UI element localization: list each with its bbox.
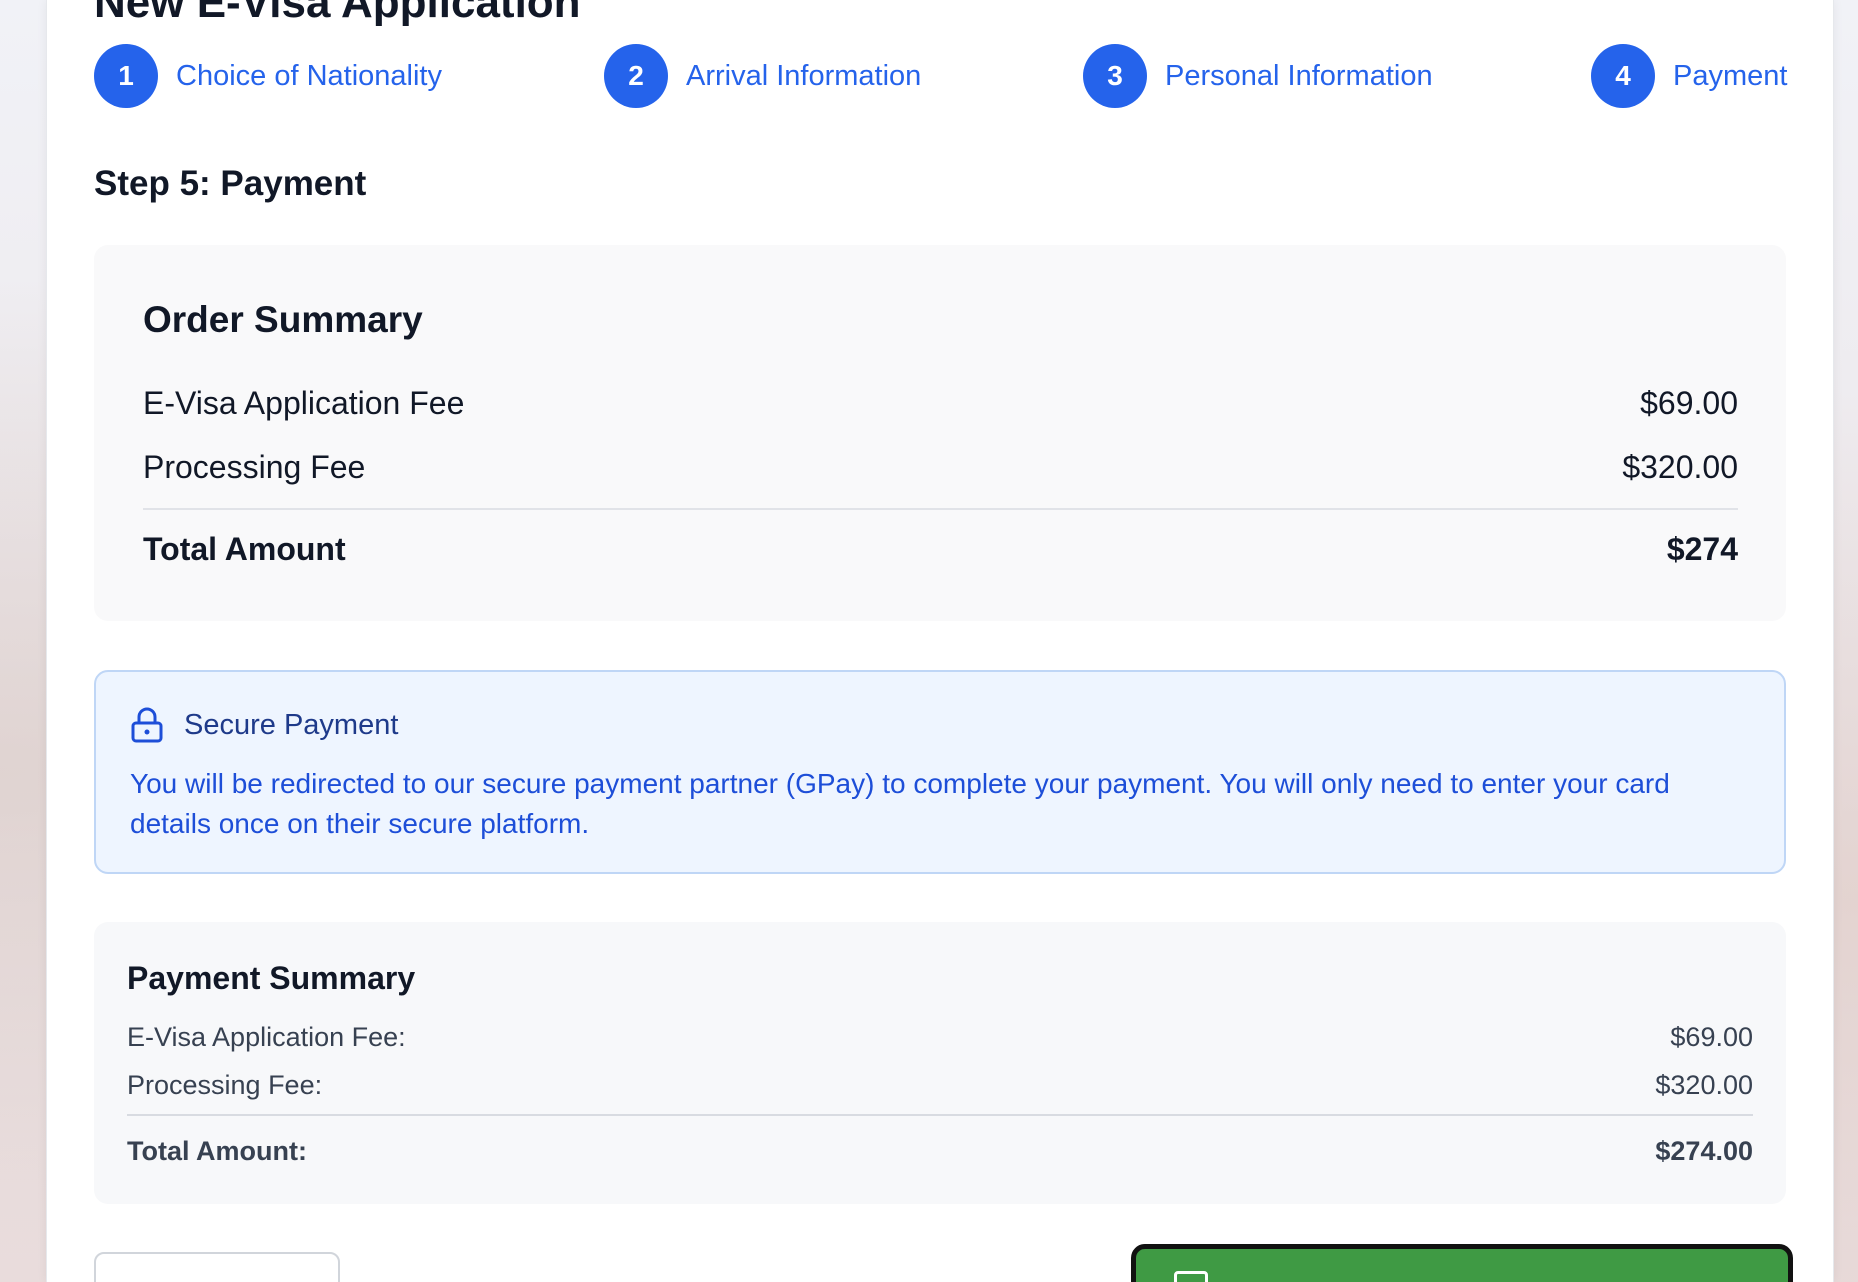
step-2[interactable]: 2 Arrival Information: [604, 44, 921, 108]
page-title: New E-Visa Application: [94, 0, 581, 27]
fee-value: $320.00: [1655, 1070, 1753, 1100]
divider: [127, 1114, 1753, 1116]
step-number-badge: 3: [1083, 44, 1147, 108]
fee-label: Processing Fee: [143, 449, 366, 485]
total-value: $274.00: [1655, 1136, 1753, 1166]
step-label: Payment: [1673, 59, 1788, 92]
secure-payment-text: You will be redirected to our secure pay…: [130, 768, 1670, 839]
lock-icon: [130, 707, 164, 743]
order-summary-panel: Order Summary E-Visa Application Fee $69…: [94, 245, 1786, 621]
step-label: Personal Information: [1165, 59, 1433, 92]
total-label: Total Amount: [143, 531, 346, 567]
fee-label: E-Visa Application Fee: [143, 385, 465, 421]
payment-summary-total-row: Total Amount: $274.00: [127, 1136, 1753, 1167]
fee-value: $320.00: [1622, 449, 1738, 485]
step-4[interactable]: 4 Payment: [1591, 44, 1787, 108]
submit-and-pay-button[interactable]: [1131, 1244, 1793, 1282]
step-1[interactable]: 1 Choice of Nationality: [94, 44, 442, 108]
step-label: Arrival Information: [686, 59, 922, 92]
total-value: $274: [1666, 531, 1738, 567]
order-summary-row: E-Visa Application Fee $69.00: [143, 385, 1738, 422]
secure-payment-title: Secure Payment: [184, 708, 399, 741]
order-summary-title: Order Summary: [143, 299, 423, 340]
payment-summary-row: E-Visa Application Fee: $69.00: [127, 1022, 1753, 1053]
payment-summary-row: Processing Fee: $320.00: [127, 1070, 1753, 1101]
fee-label: Processing Fee:: [127, 1070, 323, 1100]
fee-label: E-Visa Application Fee:: [127, 1022, 406, 1052]
secure-payment-header: Secure Payment: [130, 707, 398, 743]
step-3[interactable]: 3 Personal Information: [1083, 44, 1433, 108]
order-summary-row: Processing Fee $320.00: [143, 449, 1738, 486]
step-label: Choice of Nationality: [176, 59, 442, 92]
fee-value: $69.00: [1670, 1022, 1753, 1052]
total-label: Total Amount:: [127, 1136, 307, 1166]
back-button[interactable]: [94, 1252, 340, 1282]
fee-value: $69.00: [1640, 385, 1738, 421]
secure-payment-notice: Secure Payment You will be redirected to…: [94, 670, 1786, 874]
card-icon: [1174, 1271, 1208, 1282]
step-number-badge: 4: [1591, 44, 1655, 108]
payment-summary-panel: Payment Summary E-Visa Application Fee: …: [94, 922, 1786, 1204]
step-number-badge: 2: [604, 44, 668, 108]
payment-summary-title: Payment Summary: [127, 960, 416, 996]
divider: [143, 508, 1738, 510]
step-number-badge: 1: [94, 44, 158, 108]
order-summary-total-row: Total Amount $274: [143, 531, 1738, 568]
step-heading: Step 5: Payment: [94, 164, 367, 203]
